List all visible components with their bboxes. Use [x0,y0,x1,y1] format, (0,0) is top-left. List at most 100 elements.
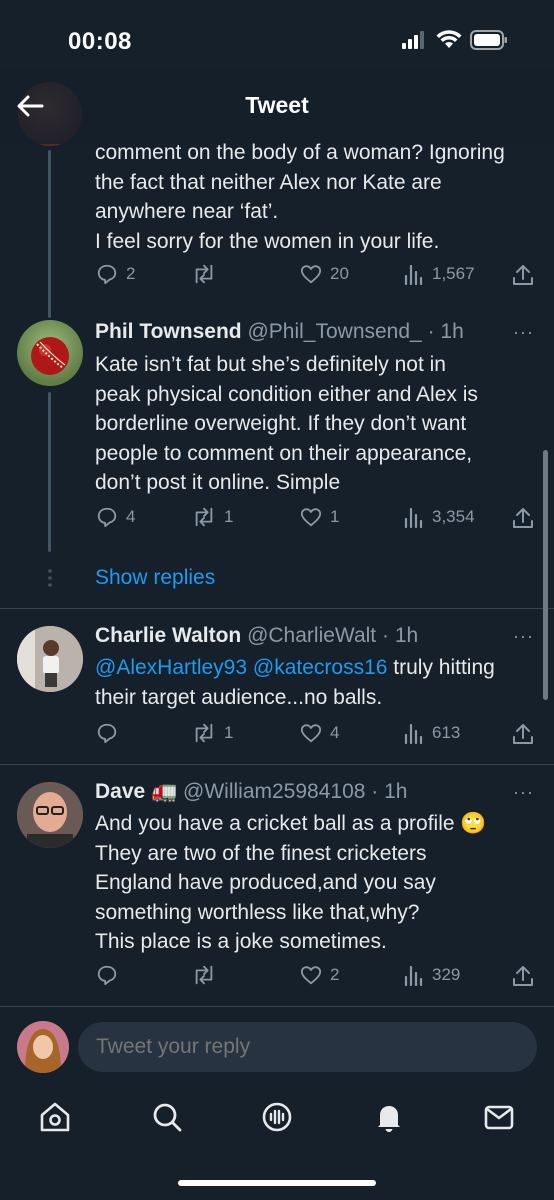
retweet-count: 1 [224,507,234,526]
like-icon [300,265,322,284]
divider [0,1006,554,1007]
like-button[interactable]: 1 [300,506,339,528]
tweet-time: · 1h [371,780,408,803]
tweet-body: @AlexHartley93 @katecross16 truly hittin… [95,653,543,712]
thread-line [48,150,51,318]
share-icon [513,265,533,285]
scrollbar[interactable] [543,450,548,700]
tweet-body-line: something worthless like that,why? [95,900,420,924]
reply-button[interactable]: 4 [96,506,135,528]
tweet-header: Phil Townsend @Phil_Townsend_ · 1h [95,320,464,344]
views-button[interactable]: 329 [404,964,460,986]
tweet-body-line: This place is a joke sometimes. [95,930,387,953]
share-button[interactable] [512,722,534,746]
person-photo-image [17,626,83,692]
home-indicator[interactable] [178,1180,376,1186]
tweet-body-line: anywhere near ‘fat’. [95,200,279,223]
retweet-count: 1 [224,723,234,742]
tweet-body-line: borderline overweight. If they don’t wan… [95,412,467,435]
retweet-button[interactable]: 1 [192,506,233,528]
display-name[interactable]: Charlie Walton [95,624,241,647]
views-count: 329 [432,965,461,984]
reply-input[interactable] [78,1022,537,1072]
views-button[interactable]: 613 [404,722,460,744]
home-icon[interactable] [38,1100,72,1134]
tweet-body-line: They are two of the finest cricketers [95,841,427,865]
avatar[interactable] [17,626,83,692]
reply-count: 2 [126,264,136,283]
avatar[interactable] [17,320,83,386]
more-options-icon[interactable]: ··· [513,626,534,647]
mention-link[interactable]: @AlexHartley93 [95,656,247,679]
user-handle[interactable]: @CharlieWalt [247,624,376,647]
tweet-body-line: I feel sorry for the women in your life. [95,229,440,253]
reply-icon [97,264,117,285]
reply-icon [97,723,117,744]
retweet-button[interactable] [192,964,224,986]
like-button[interactable]: 2 [300,964,339,986]
reply-button[interactable] [96,964,126,986]
spaces-icon[interactable] [260,1100,294,1134]
avatar[interactable] [17,782,83,848]
tweet-body-line: people to comment on their appearance, [95,441,473,465]
retweet-button[interactable] [192,263,224,285]
reply-icon [97,507,117,528]
views-button[interactable]: 3,354 [404,506,475,528]
divider [0,764,554,765]
like-icon [300,966,322,985]
mention-link[interactable]: @katecross16 [253,656,388,679]
like-button[interactable]: 4 [300,722,339,744]
display-name[interactable]: Dave 🚛 [95,780,177,803]
views-count: 613 [432,723,461,742]
thread-line [48,392,51,552]
more-options-icon[interactable]: ··· [513,782,534,803]
notifications-icon[interactable] [372,1100,406,1134]
views-icon [404,507,423,528]
messages-icon[interactable] [482,1100,516,1134]
show-replies-link[interactable]: Show replies [95,566,215,590]
search-icon[interactable] [150,1100,184,1134]
like-button[interactable]: 20 [300,263,349,285]
tweet-body-line: their target audience...no balls. [95,685,383,709]
wifi-icon [436,30,462,48]
tweet-header: Charlie Walton @CharlieWalt · 1h [95,624,418,648]
signal-icon [402,31,424,49]
tweet-body: Kate isn’t fat but she’s definitely not … [95,350,543,498]
tweet-body-line: comment on the body of a woman? Ignoring [95,141,505,164]
vertical-dots-icon [48,569,52,587]
cricket-ball-image [31,337,69,375]
reply-count: 4 [126,507,136,526]
display-name[interactable]: Phil Townsend [95,320,242,343]
share-button[interactable] [512,263,534,287]
more-options-icon[interactable]: ··· [513,322,534,343]
retweet-icon [195,723,213,743]
status-time: 00:08 [68,28,132,55]
own-avatar[interactable] [17,1021,69,1073]
tweet-body-line: don’t post it online. Simple [95,471,341,494]
user-handle[interactable]: @Phil_Townsend_ [247,320,421,343]
share-icon [513,508,533,528]
reply-button[interactable]: 2 [96,263,135,285]
reply-button[interactable] [96,722,126,744]
user-handle[interactable]: @William25984108 [183,780,365,803]
divider [0,608,554,609]
tweet-time: · 1h [427,320,464,343]
tweet-time: · 1h [382,624,419,647]
tweet-header: Dave 🚛 @William25984108 · 1h [95,780,407,804]
reply-icon [97,965,117,986]
views-icon [404,965,423,986]
tweet-body-line: And you have a cricket ball as a profile… [95,812,487,835]
like-count: 2 [330,965,340,984]
like-icon [300,724,322,743]
tweet-body: And you have a cricket ball as a profile… [95,809,543,957]
views-button[interactable]: 1,567 [404,263,475,285]
share-button[interactable] [512,964,534,988]
retweet-button[interactable]: 1 [192,722,233,744]
like-icon [300,508,322,527]
share-button[interactable] [512,506,534,530]
like-count: 1 [330,507,340,526]
tweet-body-line: England have produced,and you say [95,871,436,894]
share-icon [513,966,533,986]
like-count: 20 [330,264,349,283]
tweet-body-line: @AlexHartley93 @katecross16 truly hittin… [95,653,543,683]
